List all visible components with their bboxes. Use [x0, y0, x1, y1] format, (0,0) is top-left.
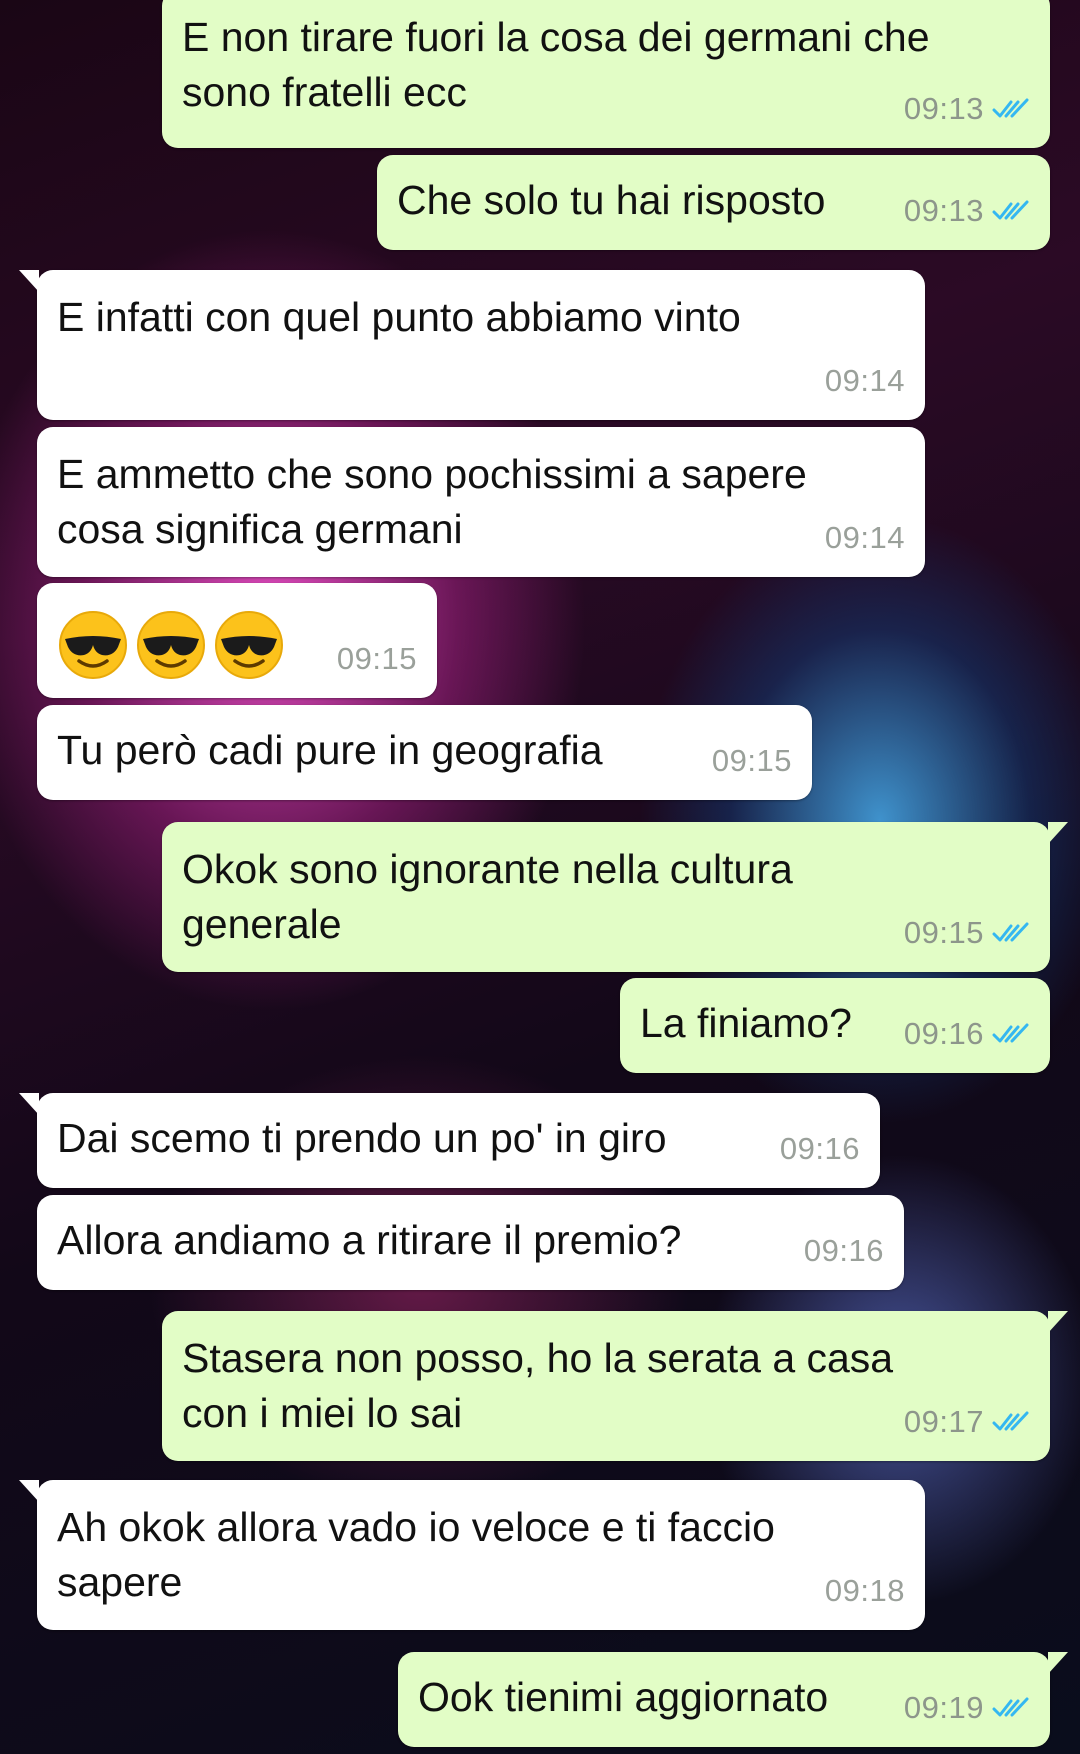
read-double-check-icon [992, 1697, 1029, 1716]
message-bubble-incoming[interactable]: E ammetto che sono pochissimi a sapere c… [37, 427, 925, 577]
message-bubble-outgoing[interactable]: La finiamo? 09:16 [620, 978, 1050, 1073]
message-text: Dai scemo ti prendo un po' in giro [57, 1115, 667, 1161]
message-bubble-incoming[interactable]: Allora andiamo a ritirare il premio? 09:… [37, 1195, 904, 1290]
message-meta: 09:17 [904, 1394, 1030, 1449]
smiling-face-with-sunglasses-icon [215, 611, 283, 679]
message-text: Allora andiamo a ritirare il premio? [57, 1217, 682, 1263]
message-meta: 09:14 [825, 510, 905, 565]
message-bubble-outgoing[interactable]: Stasera non posso, ho la serata a casa c… [162, 1311, 1068, 1461]
message-meta: 09:16 [780, 1121, 860, 1176]
message-meta: 09:14 [825, 353, 905, 408]
read-double-check-icon [992, 1023, 1029, 1042]
message-text: E non tirare fuori la cosa dei germani c… [182, 14, 930, 115]
message-bubble-incoming[interactable]: 09:15 [37, 583, 437, 698]
message-text: Tu però cadi pure in geografia [57, 727, 603, 773]
message-time: 09:15 [711, 743, 792, 778]
message-bubble-outgoing[interactable]: Okok sono ignorante nella cultura genera… [162, 822, 1068, 972]
message-bubble-incoming[interactable]: Ah okok allora vado io veloce e ti facci… [19, 1480, 925, 1630]
message-bubble-incoming[interactable]: Tu però cadi pure in geografia 09:15 [37, 705, 812, 800]
message-bubble-incoming[interactable]: Dai scemo ti prendo un po' in giro 09:16 [19, 1093, 880, 1188]
message-meta: 09:18 [825, 1563, 905, 1618]
message-text: Ah okok allora vado io veloce e ti facci… [57, 1504, 775, 1605]
message-time: 09:14 [824, 363, 905, 398]
message-meta: 09:15 [337, 631, 417, 686]
message-meta: 09:19 [904, 1680, 1030, 1735]
message-text: E infatti con quel punto abbiamo vinto [57, 294, 741, 340]
message-meta: 09:16 [804, 1223, 884, 1278]
message-time: 09:13 [903, 91, 984, 126]
message-bubble-outgoing[interactable]: E non tirare fuori la cosa dei germani c… [162, 0, 1050, 148]
message-meta: 09:15 [904, 905, 1030, 960]
message-time: 09:16 [903, 1016, 984, 1051]
smiling-face-with-sunglasses-icon [137, 611, 205, 679]
message-text: E ammetto che sono pochissimi a sapere c… [57, 451, 807, 552]
read-double-check-icon [992, 98, 1029, 117]
message-time: 09:15 [903, 915, 984, 950]
message-meta: 09:16 [904, 1006, 1030, 1061]
message-time: 09:13 [903, 193, 984, 228]
message-time: 09:16 [803, 1233, 884, 1268]
message-meta: 09:13 [904, 183, 1030, 238]
read-double-check-icon [992, 922, 1029, 941]
message-meta: 09:13 [904, 81, 1030, 136]
smiling-face-with-sunglasses-icon [59, 611, 127, 679]
message-bubble-outgoing[interactable]: Che solo tu hai risposto 09:13 [377, 155, 1050, 250]
message-meta: 09:15 [712, 733, 792, 788]
message-text: Okok sono ignorante nella cultura genera… [182, 846, 793, 947]
message-time: 09:16 [779, 1131, 860, 1166]
message-time: 09:14 [824, 520, 905, 555]
message-bubble-outgoing[interactable]: Ook tienimi aggiornato 09:19 [398, 1652, 1068, 1747]
read-double-check-icon [992, 1411, 1029, 1430]
read-double-check-icon [992, 200, 1029, 219]
message-time: 09:15 [336, 641, 417, 676]
message-bubble-incoming[interactable]: E infatti con quel punto abbiamo vinto 0… [19, 270, 925, 420]
message-time: 09:19 [903, 1690, 984, 1725]
message-time: 09:18 [824, 1573, 905, 1608]
message-time: 09:17 [903, 1404, 984, 1439]
message-text: Stasera non posso, ho la serata a casa c… [182, 1335, 894, 1436]
